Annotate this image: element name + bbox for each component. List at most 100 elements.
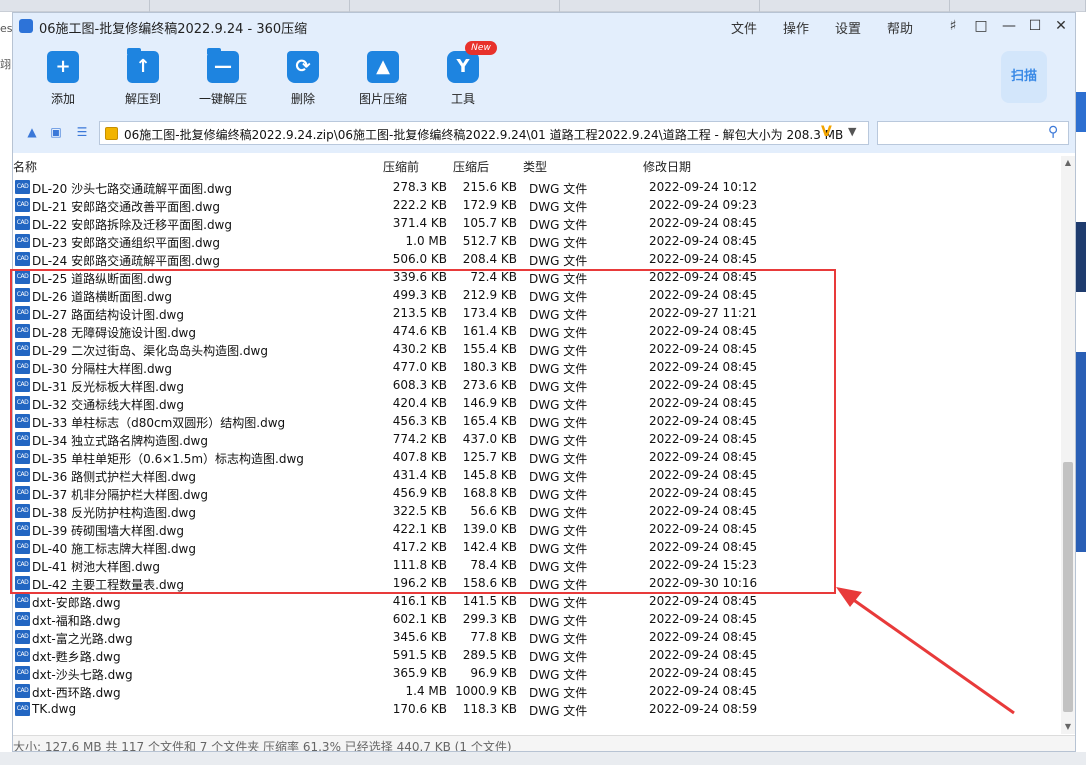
file-size-after: 118.3 KB	[462, 702, 517, 716]
tools-label: 工具	[450, 92, 475, 106]
maximize-button[interactable]: ☐	[1023, 16, 1047, 36]
vertical-scrollbar[interactable]: ▲ ▼	[1061, 156, 1075, 734]
menu-settings[interactable]: 设置	[835, 18, 861, 37]
thumbnail-view-icon[interactable]: ▣	[47, 123, 65, 141]
cad-file-icon: CAD	[15, 234, 30, 248]
file-row[interactable]: CAD dxt-富之光路.dwg 345.6 KB 77.8 KB DWG 文件 2022…	[13, 628, 1061, 646]
file-type: DWG 文件	[529, 182, 588, 196]
image-compress-label: 图片压缩	[358, 92, 407, 106]
column-type[interactable]: 类型	[523, 158, 547, 175]
file-name: DL-24 安郎路交通疏解平面图.dwg	[32, 254, 220, 268]
scroll-thumb[interactable]	[1063, 462, 1073, 712]
file-type: DWG 文件	[529, 218, 588, 232]
browser-tab[interactable]	[760, 0, 950, 12]
browser-tab[interactable]	[350, 0, 560, 12]
file-size-after: 512.7 KB	[462, 234, 517, 248]
column-modified-date[interactable]: 修改日期	[643, 158, 691, 175]
file-row[interactable]: CAD dxt-福和路.dwg 602.1 KB 299.3 KB DWG 文件 2022…	[13, 610, 1061, 628]
search-input[interactable]: ⚲	[877, 121, 1069, 145]
file-date: 2022-09-24 08:45	[649, 252, 758, 266]
file-row[interactable]: CAD TK.dwg 170.6 KB 118.3 KB DWG 文件 2022-09-2…	[13, 700, 1061, 718]
file-name: dxt-富之光路.dwg	[32, 632, 133, 646]
background-page-right	[1076, 12, 1086, 765]
column-compressed-before[interactable]: 压缩前	[383, 158, 419, 175]
menu-operate[interactable]: 操作	[783, 18, 809, 37]
file-size-before: 602.1 KB	[392, 612, 447, 626]
file-row[interactable]: CAD DL-24 安郎路交通疏解平面图.dwg 506.0 KB 208.4 KB D…	[13, 250, 1061, 268]
file-size-after: 141.5 KB	[462, 594, 517, 608]
image-compress-button[interactable]: ▲ 图片压缩	[345, 49, 421, 109]
add-label: 添加	[50, 92, 75, 106]
column-compressed-after[interactable]: 压缩后	[453, 158, 489, 175]
file-size-before: 416.1 KB	[392, 594, 447, 608]
file-size-after: 1000.9 KB	[455, 684, 517, 698]
file-name: TK.dwg	[32, 702, 77, 716]
file-row[interactable]: CAD dxt-沙头七路.dwg 365.9 KB 96.9 KB DWG 文件 2022…	[13, 664, 1061, 682]
file-name: dxt-沙头七路.dwg	[32, 668, 133, 682]
file-row[interactable]: CAD DL-23 安郎路交通组织平面图.dwg 1.0 MB 512.7 KB DWG…	[13, 232, 1061, 250]
file-row[interactable]: CAD DL-20 沙头七路交通疏解平面图.dwg 278.3 KB 215.6 KB…	[13, 178, 1061, 196]
feedback-icon[interactable]: □	[969, 16, 993, 36]
file-type: DWG 文件	[529, 704, 588, 718]
file-name: DL-20 沙头七路交通疏解平面图.dwg	[32, 182, 232, 196]
browser-tab[interactable]	[150, 0, 350, 12]
archive-icon	[105, 127, 118, 140]
add-icon: +	[47, 51, 79, 83]
file-name: dxt-西环路.dwg	[32, 686, 121, 700]
file-size-after: 299.3 KB	[462, 612, 517, 626]
skin-icon[interactable]: ♯	[941, 16, 965, 36]
browser-tab[interactable]	[0, 0, 150, 12]
file-name: DL-23 安郎路交通组织平面图.dwg	[32, 236, 220, 250]
search-icon[interactable]: ⚲	[1048, 124, 1058, 140]
tools-button[interactable]: Y New 工具	[425, 41, 501, 109]
browser-tab-strip	[0, 0, 1086, 12]
file-type: DWG 文件	[529, 596, 588, 610]
add-button[interactable]: + 添加	[25, 49, 101, 109]
cad-file-icon: CAD	[15, 630, 30, 644]
file-row[interactable]: CAD DL-21 安郎路交通改善平面图.dwg 222.2 KB 172.9 KB D…	[13, 196, 1061, 214]
file-type: DWG 文件	[529, 200, 588, 214]
cad-file-icon: CAD	[15, 612, 30, 626]
extract-to-button[interactable]: ↑ 解压到	[105, 48, 181, 109]
file-row[interactable]: CAD DL-22 安郎路拆除及迁移平面图.dwg 371.4 KB 105.7 KB…	[13, 214, 1061, 232]
file-row[interactable]: CAD dxt-西环路.dwg 1.4 MB 1000.9 KB DWG 文件 2022-…	[13, 682, 1061, 700]
path-field[interactable]: 06施工图-批复修编终稿2022.9.24.zip\06施工图-批复修编终稿20…	[99, 121, 869, 145]
file-size-after: 289.5 KB	[462, 648, 517, 662]
file-date: 2022-09-24 08:45	[649, 594, 758, 608]
file-date: 2022-09-24 08:45	[649, 216, 758, 230]
file-type: DWG 文件	[529, 632, 588, 646]
file-date: 2022-09-24 08:59	[649, 702, 758, 716]
list-view-icon[interactable]: ☰	[73, 123, 91, 141]
one-click-extract-button[interactable]: — 一键解压	[185, 48, 261, 109]
file-date: 2022-09-24 08:45	[649, 684, 758, 698]
browser-tab[interactable]	[950, 0, 1086, 12]
minimize-button[interactable]: —	[997, 16, 1021, 36]
file-size-after: 215.6 KB	[462, 180, 517, 194]
cad-file-icon: CAD	[15, 684, 30, 698]
menu-file[interactable]: 文件	[731, 18, 757, 37]
file-row[interactable]: CAD dxt-甦乡路.dwg 591.5 KB 289.5 KB DWG 文件 2022…	[13, 646, 1061, 664]
path-text: 06施工图-批复修编终稿2022.9.24.zip\06施工图-批复修编终稿20…	[124, 128, 844, 142]
close-button[interactable]: ✕	[1049, 16, 1073, 36]
up-level-icon[interactable]: ▲	[23, 123, 41, 141]
file-size-after: 208.4 KB	[462, 252, 517, 266]
browser-tab[interactable]	[560, 0, 760, 12]
scroll-up-icon[interactable]: ▲	[1061, 156, 1075, 170]
scroll-down-icon[interactable]: ▼	[1061, 720, 1075, 734]
file-type: DWG 文件	[529, 236, 588, 250]
scan-button[interactable]: 扫描	[1001, 51, 1047, 103]
delete-icon: ⟳	[287, 51, 319, 83]
column-name[interactable]: 名称	[13, 158, 37, 175]
cad-file-icon: CAD	[15, 180, 30, 194]
file-size-before: 345.6 KB	[392, 630, 447, 644]
file-size-after: 172.9 KB	[462, 198, 517, 212]
background-page-bottom	[0, 752, 1086, 765]
path-dropdown-icon[interactable]: ▼	[848, 125, 856, 138]
file-row[interactable]: CAD dxt-安郎路.dwg 416.1 KB 141.5 KB DWG 文件 2022…	[13, 592, 1061, 610]
extract-to-icon: ↑	[127, 48, 159, 83]
file-size-before: 371.4 KB	[392, 216, 447, 230]
delete-button[interactable]: ⟳ 删除	[265, 49, 341, 109]
cad-file-icon: CAD	[15, 702, 30, 716]
menu-help[interactable]: 帮助	[887, 18, 913, 37]
cad-file-icon: CAD	[15, 594, 30, 608]
